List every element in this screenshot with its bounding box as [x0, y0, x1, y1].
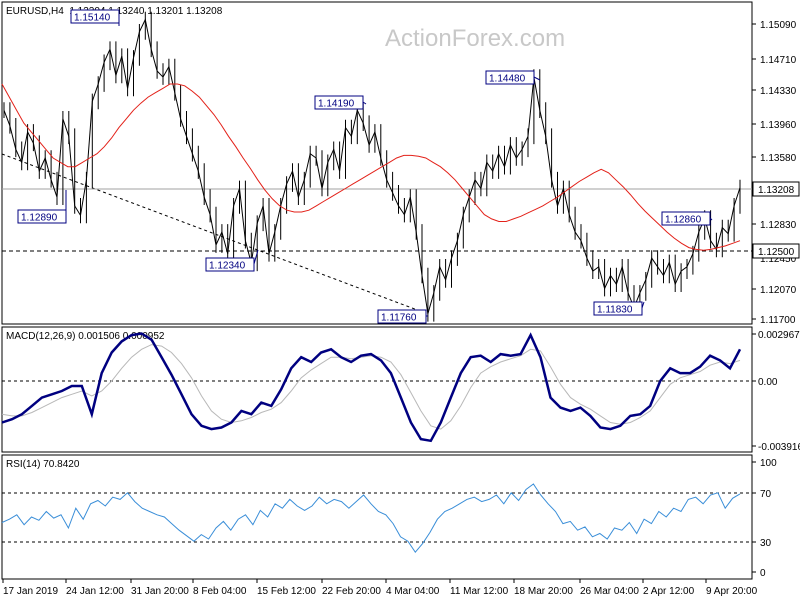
- price-label: 1.11830: [597, 305, 633, 316]
- time-tick-label: 8 Feb 04:00: [193, 586, 247, 597]
- time-tick-label: 9 Apr 20:00: [706, 586, 758, 597]
- price-tick-label: 1.12830: [760, 220, 797, 231]
- price-panel: [1, 1, 753, 325]
- watermark: ActionForex.com: [385, 25, 565, 52]
- rsi-tick-label: 30: [760, 538, 772, 549]
- rsi-axis: 100 70 30 0: [752, 458, 777, 579]
- macd-tick-label: 0.00: [758, 377, 778, 388]
- rsi-header: RSI(14) 70.8420: [6, 459, 80, 470]
- macd-tick-label: 0.002967: [758, 330, 800, 341]
- macd-panel: [1, 326, 753, 453]
- time-tick-label: 4 Mar 04:00: [386, 586, 440, 597]
- price-tick-label: 1.12070: [760, 285, 797, 296]
- rsi-tick-label: 0: [760, 568, 766, 579]
- forex-chart: ActionForex.com EURUSD,H4 1.13204 1.1324…: [1, 1, 800, 597]
- time-tick-label: 18 Mar 20:00: [514, 586, 573, 597]
- price-label: 1.12890: [21, 213, 58, 224]
- macd-tick-label: -0.003916: [758, 442, 800, 453]
- rsi-tick-label: 100: [760, 458, 777, 469]
- rsi-tick-label: 70: [760, 489, 772, 500]
- price-axis: 1.15090 1.14710 1.14330 1.13960 1.13580 1.128…: [752, 20, 797, 326]
- price-tick-label: 1.15090: [760, 20, 797, 31]
- price-label: 1.12860: [665, 215, 702, 226]
- current-price-label: 1.13208: [758, 185, 795, 196]
- time-tick-label: 31 Jan 20:00: [131, 586, 189, 597]
- time-tick-label: 17 Jan 2019: [3, 586, 58, 597]
- time-axis: 17 Jan 2019 24 Jan 12:00 31 Jan 20:00 8 Feb…: [2, 579, 758, 597]
- support-label: 1.12500: [758, 247, 795, 258]
- macd-axis: 0.002967 0.00 -0.003916: [752, 330, 800, 453]
- price-tick-label: 1.14710: [760, 55, 797, 66]
- price-label: 1.14190: [318, 99, 355, 110]
- price-label: 1.11760: [381, 313, 417, 324]
- time-tick-label: 24 Jan 12:00: [66, 586, 124, 597]
- price-tick-label: 1.11700: [760, 315, 796, 326]
- price-label: 1.15140: [74, 13, 111, 24]
- time-tick-label: 22 Feb 20:00: [322, 586, 381, 597]
- time-tick-label: 26 Mar 04:00: [580, 586, 639, 597]
- time-tick-label: 15 Feb 12:00: [257, 586, 316, 597]
- price-label: 1.12340: [209, 261, 246, 272]
- time-tick-label: 2 Apr 12:00: [643, 586, 695, 597]
- time-tick-label: 11 Mar 12:00: [450, 586, 509, 597]
- rsi-panel: [1, 454, 753, 580]
- price-label: 1.14480: [489, 74, 526, 85]
- price-tick-label: 1.14330: [760, 86, 797, 97]
- price-tick-label: 1.13580: [760, 153, 797, 164]
- price-tick-label: 1.13960: [760, 120, 797, 131]
